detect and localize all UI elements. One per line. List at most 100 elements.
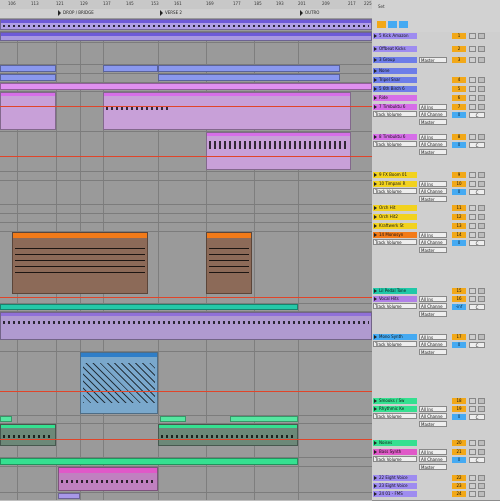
lane-7[interactable] [0,91,372,132]
arm-button[interactable] [478,214,485,220]
track-name[interactable]: Rhythmic Ke [373,406,417,412]
clip[interactable] [0,424,56,446]
arm-button[interactable] [478,172,485,178]
automation-line[interactable] [0,156,372,157]
clip[interactable] [0,312,372,340]
clip[interactable] [0,74,56,81]
bar-number[interactable]: 161 [174,1,182,6]
track-activator-button[interactable]: 5 [452,86,466,92]
channel-select[interactable]: All Channe [419,188,447,194]
bar-number[interactable]: 225 [364,1,372,6]
track-name[interactable]: 7 Timbuktu 6 [373,104,417,110]
track-activator-button[interactable]: 1 [452,33,466,39]
bar-number[interactable]: 185 [254,1,262,6]
automation-param-select[interactable]: Track Volume [373,341,417,347]
solo-button[interactable] [469,449,476,455]
solo-button[interactable] [469,172,476,178]
track-name[interactable]: Smooks / Sw [373,398,417,404]
bar-number[interactable]: 113 [31,1,39,6]
solo-button[interactable] [469,334,476,340]
track-activator-button[interactable]: 23 [452,483,466,489]
lane-14[interactable] [0,231,372,304]
solo-button[interactable] [469,475,476,481]
track-activator-button[interactable]: 16 [452,296,466,302]
bar-number[interactable]: 209 [322,1,330,6]
bar-number[interactable]: 217 [348,1,356,6]
output-routing-select[interactable]: Master [419,311,447,317]
input-routing-select[interactable]: All Ins [419,104,447,110]
track-activator-button[interactable]: 3 [452,57,466,63]
clip[interactable] [0,19,372,30]
track-activator-button[interactable]: 17 [452,334,466,340]
automation-param-select[interactable]: Track Volume [373,141,417,147]
clip[interactable] [0,458,298,465]
track-name[interactable]: Orch Hit [373,205,417,211]
arm-button[interactable] [478,46,485,52]
track-name[interactable]: 3 Group [373,57,417,63]
input-routing-select[interactable]: All Ins [419,449,447,455]
automation-param-select[interactable]: Track Volume [373,188,417,194]
timeline-ruler[interactable]: 106 113 121 129 137 145 153 161 169 177 185 193 201 2… [0,0,372,18]
track-activator-button[interactable]: 10 [452,181,466,187]
arm-button[interactable] [478,440,485,446]
arm-button[interactable] [478,475,485,481]
bar-number[interactable]: 145 [126,1,134,6]
lane-3[interactable] [0,42,372,65]
solo-button[interactable] [469,440,476,446]
bar-number-row[interactable]: 106 113 121 129 137 145 153 161 169 177 185 193 201 2… [0,0,372,9]
track-activator-button[interactable]: 15 [452,288,466,294]
automation-line[interactable] [0,391,372,392]
arm-button[interactable] [478,288,485,294]
output-routing-select[interactable]: Master [419,119,447,125]
track-name[interactable]: Noises [373,440,417,446]
track-activator-button[interactable]: 9 [452,172,466,178]
automation-param-select[interactable]: Track Volume [373,303,417,309]
lane-19[interactable] [0,423,372,458]
track-header-t8[interactable]: 8 Timbuktu 6 All Ins 8 All Channe Track Volu… [372,133,500,172]
solo-all-button[interactable] [388,21,397,28]
track-name[interactable]: 23 Eight Voice [373,483,417,489]
track-name[interactable]: Lil Pedal Tone [373,288,417,294]
lane-21[interactable] [0,466,372,493]
bar-number[interactable]: 121 [56,1,64,6]
track-header-t19[interactable]: Rhythmic Ke All Ins 19 All Channe Track Volu… [372,405,500,440]
arm-button[interactable] [478,296,485,302]
track-name[interactable]: Tripel Snar [373,77,417,83]
track-activator-button[interactable]: 13 [452,223,466,229]
clip[interactable] [0,416,12,422]
track-activator-button[interactable]: 8 [452,134,466,140]
track-name[interactable]: 5 Kick Amazon [373,33,417,39]
input-routing-select[interactable]: All Ins [419,334,447,340]
track-activator-button[interactable]: 2 [452,46,466,52]
track-name[interactable]: 22 Eight Voice [373,475,417,481]
clip[interactable] [160,416,186,422]
pan-field[interactable]: C [469,240,485,246]
track-activator-button[interactable]: 20 [452,440,466,446]
monitor-button[interactable] [399,21,408,28]
bar-number[interactable]: 193 [276,1,284,6]
volume-field[interactable]: 0 [452,342,466,348]
lane-8[interactable] [0,131,372,172]
solo-button[interactable] [469,491,476,497]
channel-select[interactable]: All Channe [419,456,447,462]
arm-button[interactable] [478,334,485,340]
arm-button[interactable] [478,57,485,63]
solo-button[interactable] [469,483,476,489]
solo-button[interactable] [469,134,476,140]
solo-button[interactable] [469,406,476,412]
channel-select[interactable]: All Channe [419,239,447,245]
locator-row[interactable]: DROP / BRIDGE VERSE 2 OUTRO [0,9,372,18]
track-name[interactable]: Ride [373,95,417,101]
track-activator-button[interactable]: 12 [452,214,466,220]
automation-param-select[interactable]: Track Volume [373,413,417,419]
clip[interactable] [158,424,298,446]
solo-button[interactable] [469,214,476,220]
solo-button[interactable] [469,104,476,110]
track-header-t1[interactable]: 5 Kick Amazon 1 [372,32,500,46]
solo-button[interactable] [469,46,476,52]
channel-select[interactable]: All Channe [419,341,447,347]
volume-field[interactable]: 0 [452,414,466,420]
lane-1[interactable] [0,18,372,32]
arm-button[interactable] [478,104,485,110]
volume-field[interactable]: -inf [452,304,466,310]
